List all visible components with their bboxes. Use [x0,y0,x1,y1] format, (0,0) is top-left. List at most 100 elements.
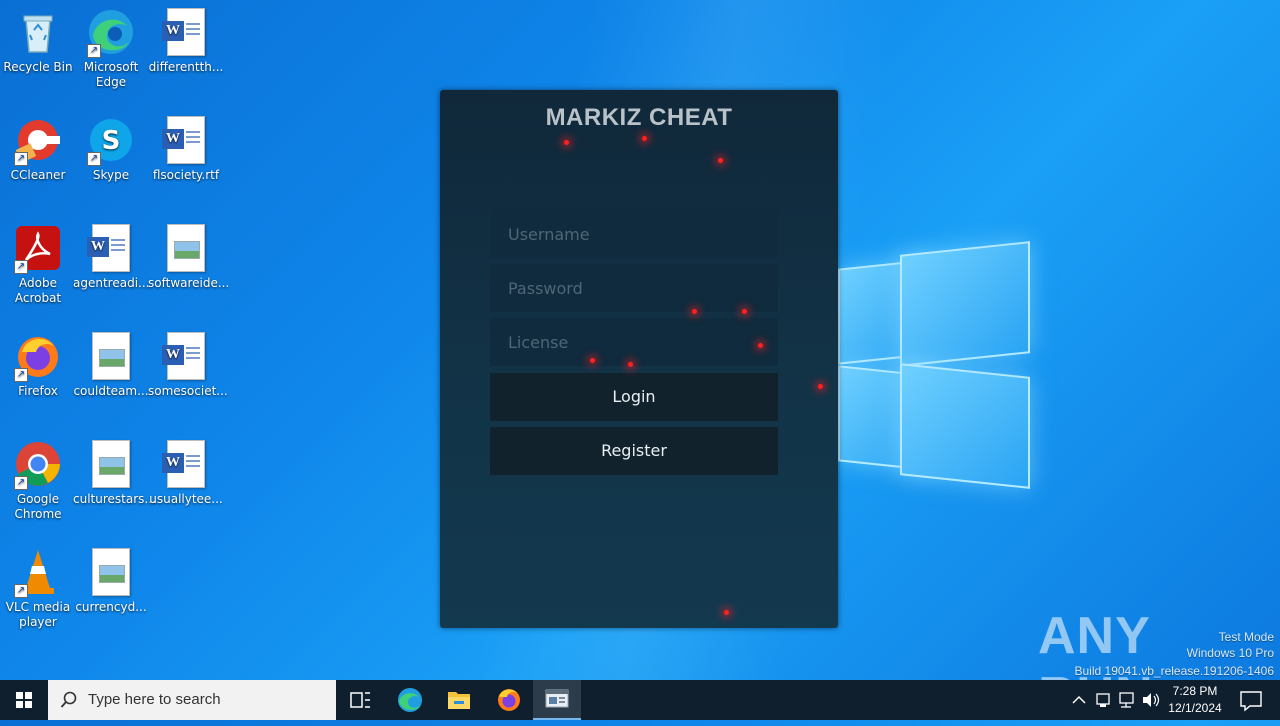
word-document-icon: W [162,116,210,164]
desktop-icon-label: Microsoft Edge [83,60,139,89]
word-document-icon: W [162,440,210,488]
particle-dot [724,610,729,615]
tray-clock[interactable]: 7:28 PM 12/1/2024 [1164,680,1226,720]
desktop-icon-ccleaner[interactable]: ↗ CCleaner [0,116,76,183]
shortcut-arrow-icon: ↗ [14,476,28,490]
svg-text:S: S [102,126,121,156]
taskbar: Type here to search 7:28 PM 12/1/2024 [0,680,1280,720]
taskbar-file-explorer-button[interactable] [435,680,483,720]
edge-icon [398,688,422,712]
desktop-icon-firefox[interactable]: ↗ Firefox [0,332,76,399]
desktop-icon-label: CCleaner [10,168,66,182]
taskbar-firefox-button[interactable] [485,680,533,720]
start-button[interactable] [0,680,48,720]
desktop-icon-label: currencyd... [75,600,147,614]
password-input[interactable] [490,264,778,312]
app-window-icon [545,689,569,708]
username-input[interactable] [490,210,778,258]
adobe-acrobat-icon: ↗ [14,224,62,274]
license-input[interactable] [490,318,778,366]
desktop-icon-recycle-bin[interactable]: Recycle Bin [0,8,76,75]
shortcut-arrow-icon: ↗ [14,260,28,274]
recycle-bin-icon [14,8,62,56]
test-mode-text: Test Mode [1218,630,1274,644]
desktop-icon-currencyd[interactable]: currencyd... [73,548,149,615]
particle-dot [590,358,595,363]
firefox-icon: ↗ [14,332,62,382]
volume-icon [1143,693,1160,707]
desktop-icon-label: Firefox [18,384,58,398]
taskbar-active-app-button[interactable] [533,680,581,720]
firefox-icon [498,689,520,711]
network-icon [1119,692,1134,708]
particle-dot [628,362,633,367]
shortcut-arrow-icon: ↗ [14,368,28,382]
desktop-icon-google-chrome[interactable]: ↗ Google Chrome [0,440,76,522]
desktop-icon-adobe-acrobat[interactable]: ↗ Adobe Acrobat [0,224,76,306]
edge-icon: ↗ [87,8,135,58]
particle-dot [564,140,569,145]
desktop-icon-label: somesociet... [148,384,228,398]
desktop-icon-somesociet[interactable]: W somesociet... [148,332,228,399]
task-view-icon [350,692,370,708]
windows-edition-text: Windows 10 Pro [1186,646,1274,660]
desktop-icon-label: Adobe Acrobat [14,276,62,305]
clock-time: 7:28 PM [1172,684,1218,698]
register-button[interactable]: Register [490,427,778,475]
desktop-icon-label: Skype [92,168,130,182]
desktop-icon-label: flsociety.rtf [152,168,220,182]
desktop-icon-label: Recycle Bin [3,60,73,74]
desktop-icon-label: VLC media player [5,600,71,629]
tray-volume-button[interactable] [1140,680,1162,720]
desktop-icon-vlc[interactable]: ↗ VLC media player [0,548,76,630]
windows-start-icon [16,692,32,708]
tray-defender-button[interactable] [1092,680,1114,720]
google-chrome-icon: ↗ [14,440,62,490]
particle-dot [642,136,647,141]
desktop-icon-microsoft-edge[interactable]: ↗ Microsoft Edge [73,8,149,90]
desktop-icon-label: usuallytee... [149,492,223,506]
desktop-icon-label: differentth... [148,60,224,74]
login-title: MARKIZ CHEAT [545,104,733,131]
particle-dot [818,384,823,389]
image-file-icon [87,440,135,488]
action-center-button[interactable] [1232,680,1272,720]
image-file-icon [87,332,135,380]
login-window: MARKIZ CHEAT Login Register [440,90,838,628]
shortcut-arrow-icon: ↗ [14,152,28,166]
show-hidden-icons-button[interactable] [1068,680,1090,720]
desktop-icon-label: agentreadi... [73,276,150,290]
folder-icon [448,692,470,709]
desktop-icon-skype[interactable]: S ↗ Skype [73,116,149,183]
build-text: Build 19041.vb_release.191206-1406 [1074,664,1275,678]
image-file-icon [162,224,210,272]
login-button[interactable]: Login [490,373,778,421]
desktop-icon-label: couldteam... [73,384,149,398]
particle-dot [742,309,747,314]
particle-dot [718,158,723,163]
desktop-icon-culturestars[interactable]: culturestars... [73,440,156,507]
shortcut-arrow-icon: ↗ [87,152,101,166]
desktop-icon-usuallytee[interactable]: W usuallytee... [148,440,224,507]
task-view-button[interactable] [336,680,384,720]
desktop-icon-agentreadi[interactable]: W agentreadi... [73,224,149,291]
clock-date: 12/1/2024 [1168,701,1222,715]
ccleaner-icon: ↗ [14,116,62,166]
vlc-cone-icon: ↗ [14,548,62,598]
tray-network-button[interactable] [1116,680,1138,720]
particle-dot [758,343,763,348]
desktop-icon-differentth[interactable]: W differentth... [148,8,224,75]
windows-logo-wallpaper [838,241,1030,489]
desktop-icon-couldteam[interactable]: couldteam... [73,332,149,399]
shortcut-arrow-icon: ↗ [14,584,28,598]
taskbar-edge-button[interactable] [386,680,434,720]
desktop-icon-label: culturestars... [73,492,156,506]
desktop-icon-softwareide[interactable]: softwareide... [148,224,229,291]
skype-icon: S ↗ [87,116,135,166]
search-placeholder: Type here to search [88,691,221,708]
desktop-icon-label: Google Chrome [14,492,62,521]
shield-device-icon [1096,693,1110,707]
taskbar-search-box[interactable]: Type here to search [48,680,336,720]
notification-icon [1240,691,1262,712]
desktop-icon-flsociety[interactable]: W flsociety.rtf [148,116,224,183]
